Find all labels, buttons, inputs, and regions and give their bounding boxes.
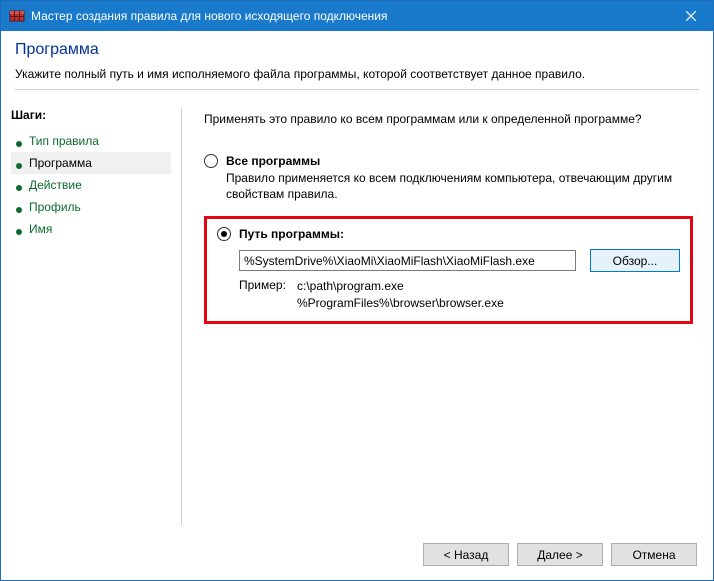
wizard-window: Мастер создания правила для нового исход… — [0, 0, 714, 581]
page-subtitle: Укажите полный путь и имя исполняемого ф… — [15, 67, 699, 81]
window-title: Мастер создания правила для нового исход… — [31, 9, 668, 23]
page-title: Программа — [15, 41, 699, 59]
bullet-icon — [15, 159, 23, 167]
steps-sidebar: Шаги: Тип правила Программа Действие Про… — [1, 100, 181, 533]
example-line-2: %ProgramFiles%\browser\browser.exe — [297, 295, 504, 311]
step-profile[interactable]: Профиль — [11, 196, 171, 218]
step-name[interactable]: Имя — [11, 218, 171, 240]
option-path-label: Путь программы: — [239, 227, 344, 241]
close-button[interactable] — [668, 1, 713, 31]
example-values: c:\path\program.exe %ProgramFiles%\brows… — [297, 278, 504, 310]
step-link[interactable]: Имя — [29, 222, 52, 236]
firewall-icon — [9, 8, 25, 24]
header-divider — [15, 89, 699, 90]
example-line-1: c:\path\program.exe — [297, 278, 504, 294]
program-path-input[interactable] — [239, 250, 576, 271]
body-area: Шаги: Тип правила Программа Действие Про… — [1, 100, 713, 533]
option-all-programs: Все программы Правило применяется ко все… — [204, 154, 693, 202]
question-text: Применять это правило ко всем программам… — [204, 112, 693, 126]
header-section: Программа Укажите полный путь и имя испо… — [1, 31, 713, 100]
bullet-icon — [15, 137, 23, 145]
cancel-button[interactable]: Отмена — [611, 543, 697, 566]
step-link[interactable]: Действие — [29, 178, 82, 192]
step-link[interactable]: Программа — [29, 156, 92, 170]
step-link[interactable]: Тип правила — [29, 134, 99, 148]
titlebar: Мастер создания правила для нового исход… — [1, 1, 713, 31]
step-link[interactable]: Профиль — [29, 200, 81, 214]
back-button[interactable]: < Назад — [423, 543, 509, 566]
next-button[interactable]: Далее > — [517, 543, 603, 566]
spacer — [204, 324, 693, 523]
steps-heading: Шаги: — [11, 108, 171, 122]
bullet-icon — [15, 225, 23, 233]
radio-all-programs[interactable] — [204, 154, 218, 168]
main-content: Применять это правило ко всем программам… — [182, 100, 713, 533]
option-all-label: Все программы — [226, 154, 320, 168]
option-all-desc: Правило применяется ко всем подключениям… — [226, 170, 693, 202]
step-rule-type[interactable]: Тип правила — [11, 130, 171, 152]
bullet-icon — [15, 203, 23, 211]
radio-program-path[interactable] — [217, 227, 231, 241]
highlighted-section: Путь программы: Обзор... Пример: c:\path… — [204, 216, 693, 323]
step-action[interactable]: Действие — [11, 174, 171, 196]
bullet-icon — [15, 181, 23, 189]
browse-button[interactable]: Обзор... — [590, 249, 680, 272]
step-program[interactable]: Программа — [11, 152, 171, 174]
example-label: Пример: — [239, 278, 297, 310]
footer-buttons: < Назад Далее > Отмена — [1, 533, 713, 580]
